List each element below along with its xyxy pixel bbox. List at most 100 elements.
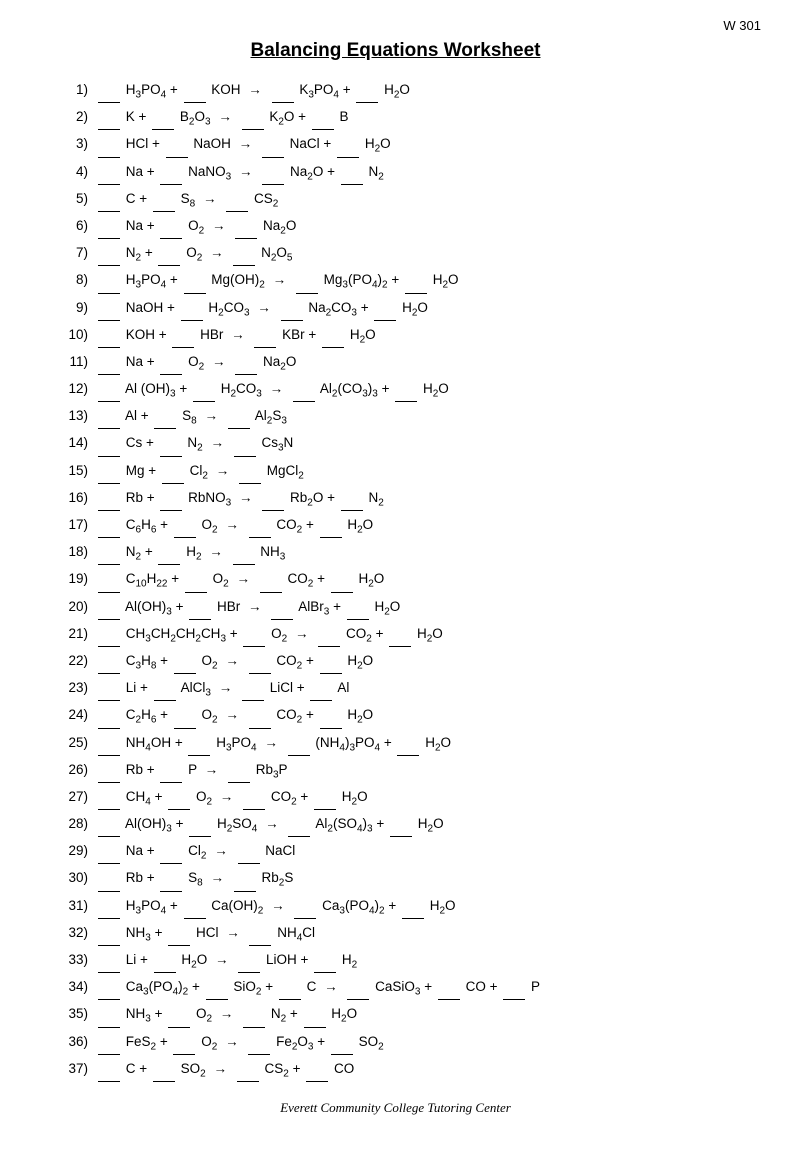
eq-content: N2 + H2 → NH3 — [96, 542, 731, 565]
page-title: Balancing Equations Worksheet — [60, 40, 731, 62]
blank — [98, 326, 120, 348]
worksheet-id: W 301 — [723, 18, 761, 33]
equation-row: 18) N2 + H2 → NH3 — [60, 542, 731, 565]
eq-content: Rb + S8 → Rb2S — [96, 868, 731, 891]
blank — [356, 81, 378, 103]
equation-row: 21) CH3CH2CH2CH3 + O2 → CO2 + H2O — [60, 624, 731, 647]
blank — [341, 489, 363, 511]
eq-content: Mg + Cl2 → MgCl2 — [96, 461, 731, 484]
blank — [288, 734, 310, 756]
blank — [184, 897, 206, 919]
equation-row: 12) Al (OH)3 + H2CO3 → Al2(CO3)3 + H2O — [60, 379, 731, 402]
blank — [233, 244, 255, 266]
blank — [98, 978, 120, 1000]
blank — [438, 978, 460, 1000]
blank — [193, 380, 215, 402]
blank — [98, 679, 120, 701]
eq-number: 24) — [60, 705, 96, 726]
blank — [98, 870, 120, 892]
eq-content: C + SO2 → CS2 + CO — [96, 1059, 731, 1082]
blank — [206, 978, 228, 1000]
blank — [98, 353, 120, 375]
eq-content: NH3 + HCl → NH4Cl — [96, 923, 731, 946]
blank — [318, 625, 340, 647]
blank — [98, 788, 120, 810]
blank — [160, 353, 182, 375]
blank — [226, 190, 248, 212]
blank — [188, 734, 210, 756]
blank — [98, 244, 120, 266]
eq-number: 32) — [60, 923, 96, 944]
eq-content: K + B2O3 → K2O + B — [96, 107, 731, 130]
eq-content: C6H6 + O2 → CO2 + H2O — [96, 515, 731, 538]
eq-number: 25) — [60, 733, 96, 754]
eq-content: H3PO4 + Ca(OH)2 → Ca3(PO4)2 + H2O — [96, 896, 731, 919]
eq-number: 18) — [60, 542, 96, 563]
blank — [249, 707, 271, 729]
blank — [152, 108, 174, 130]
eq-content: Li + AlCl3 → LiCl + Al — [96, 678, 731, 701]
blank — [160, 217, 182, 239]
blank — [235, 217, 257, 239]
blank — [153, 1060, 175, 1082]
eq-content: Cs + N2 → Cs3N — [96, 433, 731, 456]
eq-number: 7) — [60, 243, 96, 264]
equation-row: 5) C + S8 → CS2 — [60, 189, 731, 212]
blank — [98, 516, 120, 538]
blank — [234, 435, 256, 457]
equation-row: 6) Na + O2 → Na2O — [60, 216, 731, 239]
blank — [262, 136, 284, 158]
eq-content: CH3CH2CH2CH3 + O2 → CO2 + H2O — [96, 624, 731, 647]
footer-text: Everett Community College Tutoring Cente… — [60, 1100, 731, 1116]
eq-content: Na + O2 → Na2O — [96, 216, 731, 239]
equation-row: 8) H3PO4 + Mg(OH)2 → Mg3(PO4)2 + H2O — [60, 270, 731, 293]
equation-row: 4) Na + NaNO3 → Na2O + N2 — [60, 162, 731, 185]
equation-row: 15) Mg + Cl2 → MgCl2 — [60, 461, 731, 484]
blank — [503, 978, 525, 1000]
equation-row: 2) K + B2O3 → K2O + B — [60, 107, 731, 130]
eq-number: 20) — [60, 597, 96, 618]
blank — [98, 543, 120, 565]
blank — [320, 707, 342, 729]
blank — [98, 571, 120, 593]
blank — [174, 516, 196, 538]
equation-row: 27) CH4 + O2 → CO2 + H2O — [60, 787, 731, 810]
equation-row: 13) Al + S8 → Al2S3 — [60, 406, 731, 429]
eq-number: 14) — [60, 433, 96, 454]
blank — [98, 136, 120, 158]
equation-row: 1) H3PO4 + KOH → K3PO4 + H2O — [60, 80, 731, 103]
blank — [98, 707, 120, 729]
blank — [239, 462, 261, 484]
blank — [154, 679, 176, 701]
eq-number: 2) — [60, 107, 96, 128]
blank — [98, 652, 120, 674]
eq-content: FeS2 + O2 → Fe2O3 + SO2 — [96, 1032, 731, 1055]
blank — [160, 870, 182, 892]
blank — [402, 897, 424, 919]
blank — [347, 978, 369, 1000]
eq-content: C + S8 → CS2 — [96, 189, 731, 212]
blank — [262, 489, 284, 511]
blank — [243, 788, 265, 810]
blank — [98, 217, 120, 239]
blank — [320, 516, 342, 538]
blank — [98, 1006, 120, 1028]
eq-number: 13) — [60, 406, 96, 427]
eq-content: C10H22 + O2 → CO2 + H2O — [96, 569, 731, 592]
eq-number: 3) — [60, 134, 96, 155]
equation-row: 36) FeS2 + O2 → Fe2O3 + SO2 — [60, 1032, 731, 1055]
blank — [154, 408, 176, 430]
eq-content: Rb + RbNO3 → Rb2O + N2 — [96, 488, 731, 511]
blank — [98, 435, 120, 457]
blank — [281, 299, 303, 321]
blank — [98, 272, 120, 294]
eq-content: Ca3(PO4)2 + SiO2 + C → CaSiO3 + CO + P — [96, 977, 731, 1000]
eq-content: Na + Cl2 → NaCl — [96, 841, 731, 864]
eq-number: 30) — [60, 868, 96, 889]
blank — [98, 299, 120, 321]
blank — [235, 353, 257, 375]
blank — [238, 951, 260, 973]
blank — [98, 489, 120, 511]
eq-content: Al(OH)3 + HBr → AlBr3 + H2O — [96, 597, 731, 620]
blank — [153, 190, 175, 212]
